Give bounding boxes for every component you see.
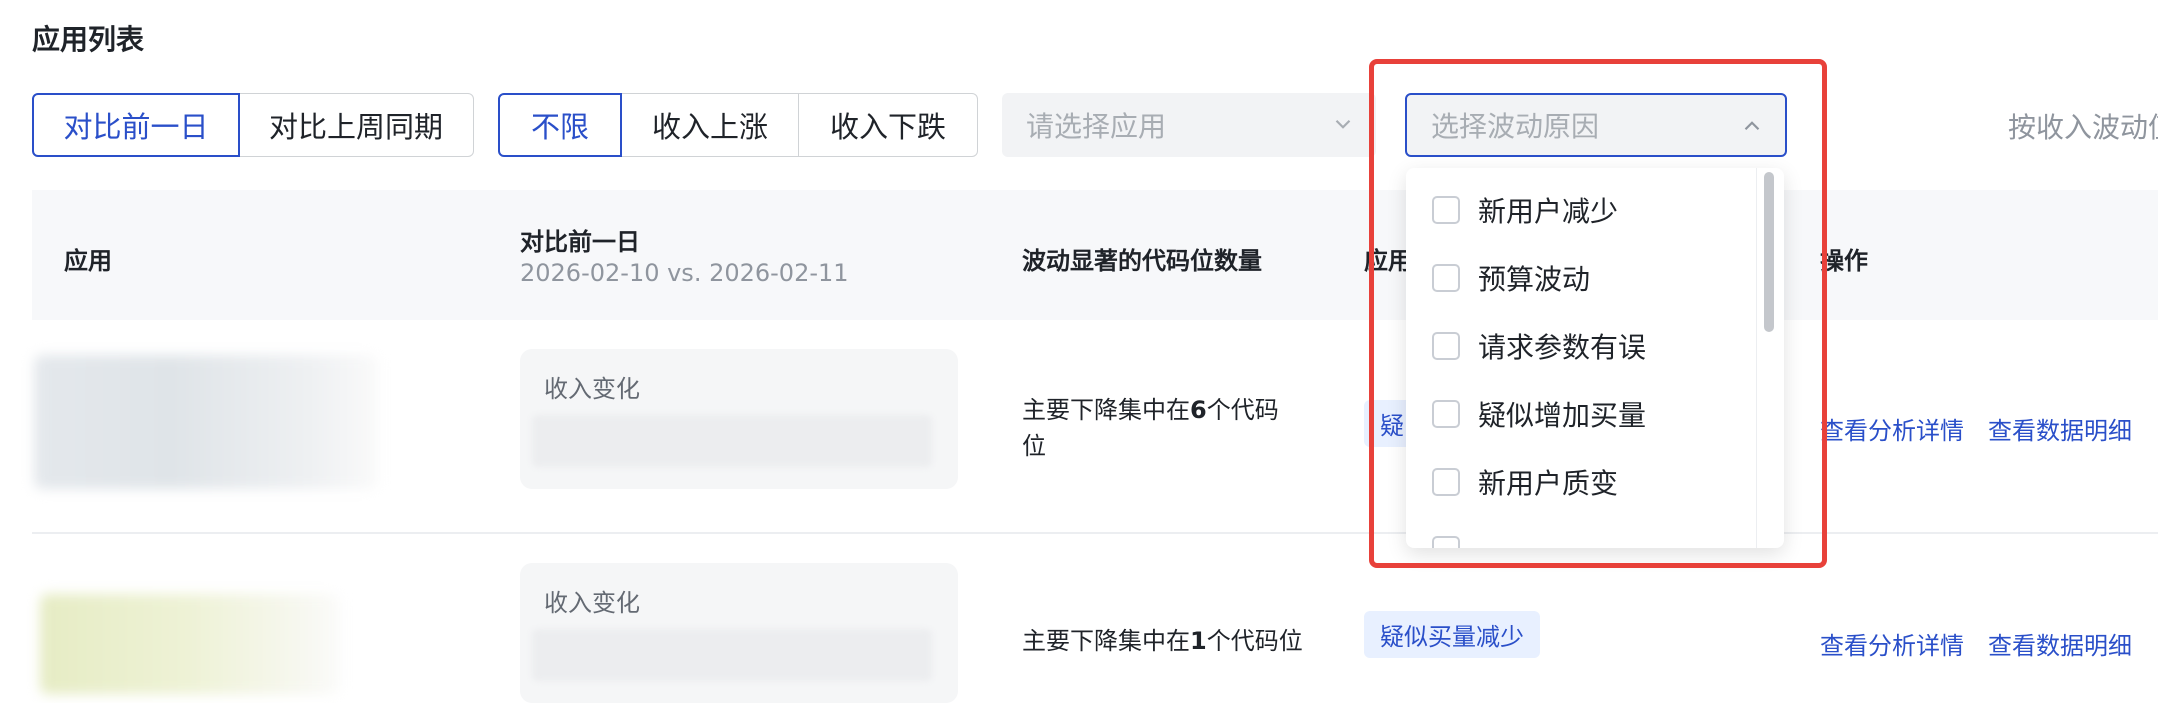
revenue-change-value-blurred <box>532 415 932 467</box>
significant-count-text: 主要下降集中在1个代码位 <box>1022 623 1352 659</box>
header-actions: 操作 <box>1820 247 1868 275</box>
desc-suffix: 个代码位 <box>1206 627 1303 655</box>
significant-count-text: 主要下降集中在6个代码 位 <box>1022 392 1292 464</box>
highlight-annotation-box <box>1369 59 1827 568</box>
view-data-detail-link[interactable]: 查看数据明细 <box>1988 626 2132 661</box>
app-select[interactable]: 请选择应用 <box>1002 93 1376 157</box>
desc-count: 1 <box>1190 627 1207 655</box>
chevron-down-icon <box>1335 119 1351 129</box>
view-analysis-link[interactable]: 查看分析详情 <box>1820 411 1964 446</box>
app-thumbnail-blurred <box>34 355 378 489</box>
header-compare-dates: 2026-02-10 vs. 2026-02-11 <box>520 259 849 287</box>
row-divider <box>32 532 2158 534</box>
tab-trend-up[interactable]: 收入上涨 <box>620 93 800 157</box>
revenue-change-label: 收入变化 <box>544 375 640 403</box>
desc-prefix: 主要下降集中在 <box>1022 396 1190 424</box>
view-analysis-link[interactable]: 查看分析详情 <box>1820 626 1964 661</box>
revenue-change-value-blurred <box>532 629 932 681</box>
app-select-placeholder: 请选择应用 <box>1026 110 1167 143</box>
desc-count: 6 <box>1190 396 1207 424</box>
header-app: 应用 <box>64 247 112 275</box>
app-thumbnail-blurred <box>40 594 340 694</box>
desc-prefix: 主要下降集中在 <box>1022 627 1190 655</box>
header-significant-count: 波动显著的代码位数量 <box>1022 247 1262 275</box>
view-data-detail-link[interactable]: 查看数据明细 <box>1988 411 2132 446</box>
desc-line2: 位 <box>1022 432 1046 460</box>
reason-tag: 疑似买量减少 <box>1364 611 1540 658</box>
header-compare: 对比前一日 <box>520 228 640 256</box>
tab-trend-down[interactable]: 收入下跌 <box>798 93 978 157</box>
sort-by-revenue-change[interactable]: 按收入波动值 <box>2008 106 2158 146</box>
revenue-change-card: 收入变化 <box>520 349 958 489</box>
revenue-change-label: 收入变化 <box>544 589 640 617</box>
desc-suffix: 个代码 <box>1206 396 1279 424</box>
tab-compare-previous-day[interactable]: 对比前一日 <box>32 93 240 157</box>
revenue-change-card: 收入变化 <box>520 563 958 703</box>
tab-trend-all[interactable]: 不限 <box>498 93 622 157</box>
tab-compare-last-week[interactable]: 对比上周同期 <box>238 93 474 157</box>
page-title: 应用列表 <box>32 23 145 56</box>
